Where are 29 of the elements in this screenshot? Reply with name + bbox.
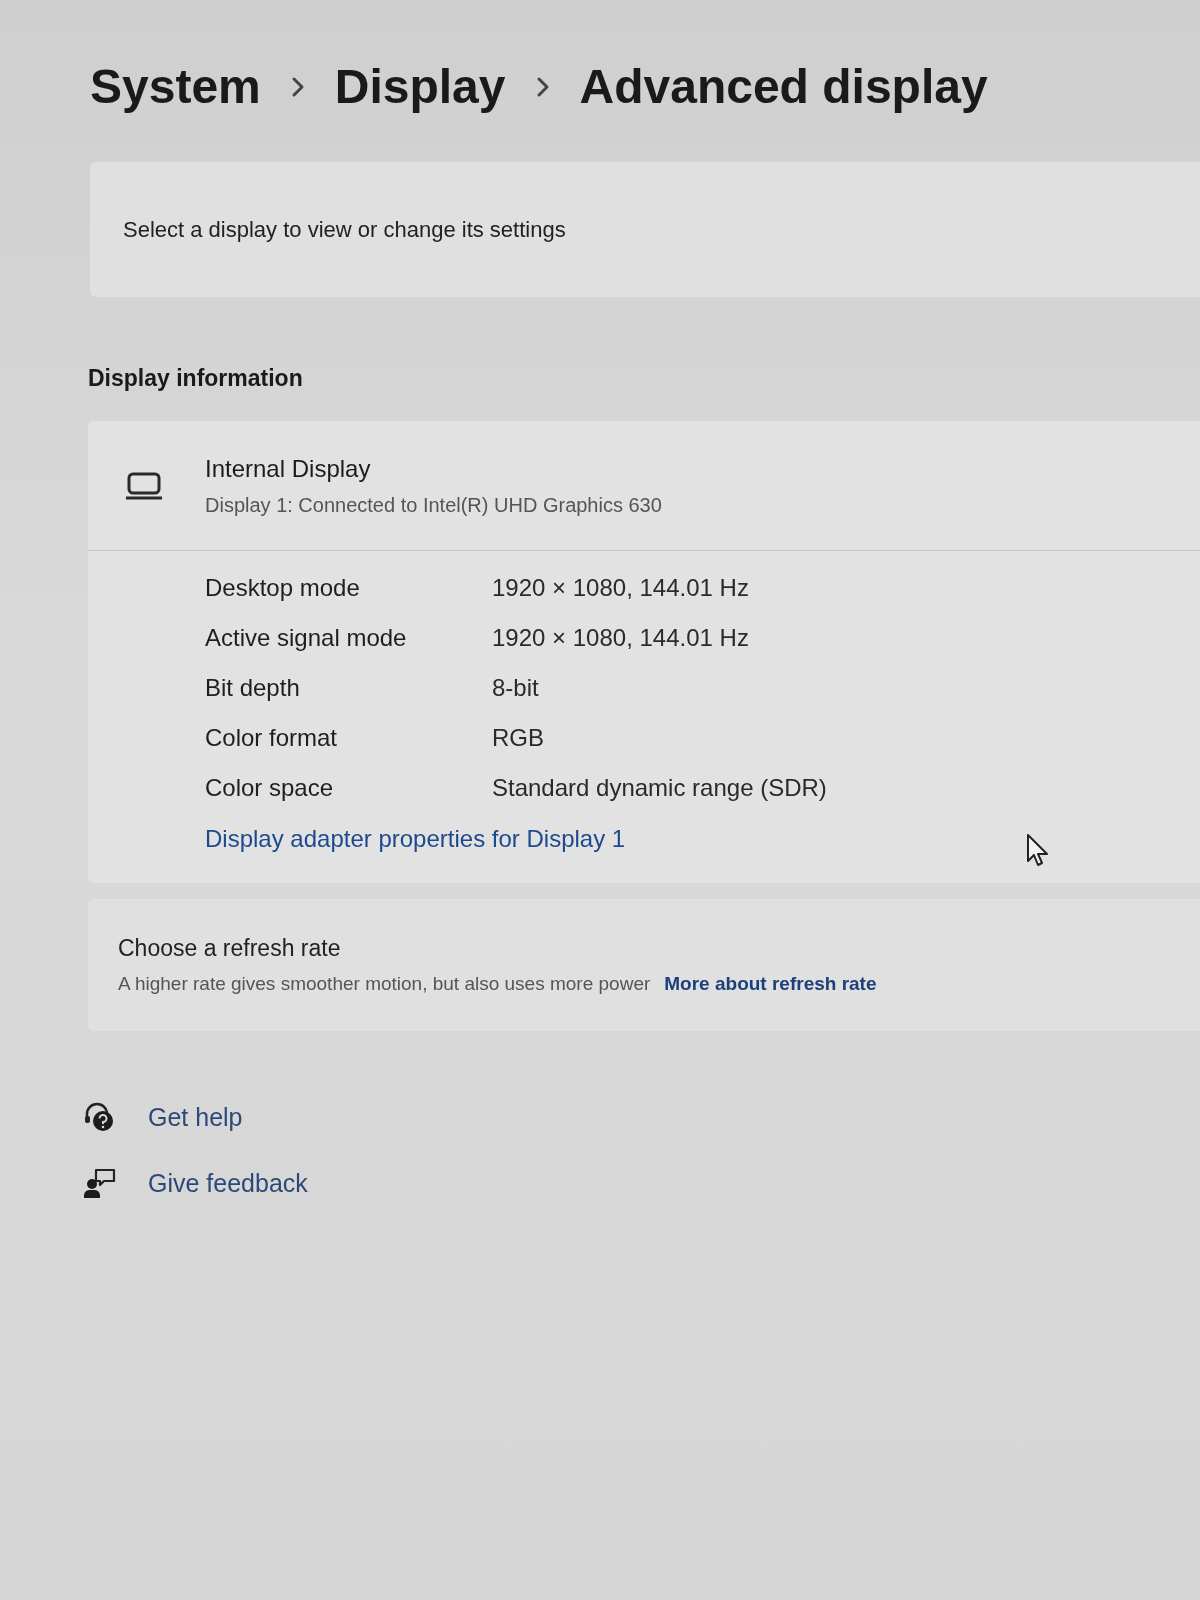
display-description: Display 1: Connected to Intel(R) UHD Graphics 630 bbox=[205, 492, 662, 518]
property-value: RGB bbox=[492, 723, 544, 753]
property-label: Active signal mode bbox=[205, 623, 408, 653]
chevron-right-icon bbox=[535, 76, 550, 98]
property-label: Color format bbox=[205, 723, 339, 753]
property-value: 1920 × 1080, 144.01 Hz bbox=[492, 623, 749, 653]
mouse-cursor-icon bbox=[1026, 833, 1050, 867]
display-name: Internal Display bbox=[205, 453, 372, 484]
person-speech-bubble-icon bbox=[84, 1168, 116, 1198]
property-label: Color space bbox=[205, 773, 335, 803]
refresh-rate-title: Choose a refresh rate bbox=[118, 934, 341, 963]
help-link[interactable]: Get help bbox=[148, 1101, 243, 1133]
breadcrumb-item[interactable]: Display bbox=[334, 58, 506, 116]
display-selector-label: Select a display to view or change its settings bbox=[123, 216, 566, 244]
property-label: Bit depth bbox=[205, 673, 301, 703]
property-label: Desktop mode bbox=[205, 573, 361, 603]
refresh-rate-link[interactable]: More about refresh rate bbox=[664, 971, 877, 997]
breadcrumb-item[interactable]: System bbox=[90, 58, 261, 116]
property-value: 1920 × 1080, 144.01 Hz bbox=[492, 573, 749, 603]
monitor-icon bbox=[125, 471, 163, 500]
property-value: Standard dynamic range (SDR) bbox=[492, 773, 827, 803]
chevron-right-icon bbox=[290, 76, 305, 98]
property-value: 8-bit bbox=[492, 673, 539, 703]
breadcrumb-item[interactable]: Advanced display bbox=[579, 58, 988, 116]
section-heading: Display information bbox=[88, 364, 303, 393]
refresh-rate-description: A higher rate gives smoother motion, but also uses more power bbox=[118, 972, 651, 996]
adapter-properties-link[interactable]: Display adapter properties for Display 1 bbox=[205, 821, 626, 857]
help-link[interactable]: Give feedback bbox=[148, 1167, 308, 1199]
help-icon bbox=[84, 1102, 116, 1132]
